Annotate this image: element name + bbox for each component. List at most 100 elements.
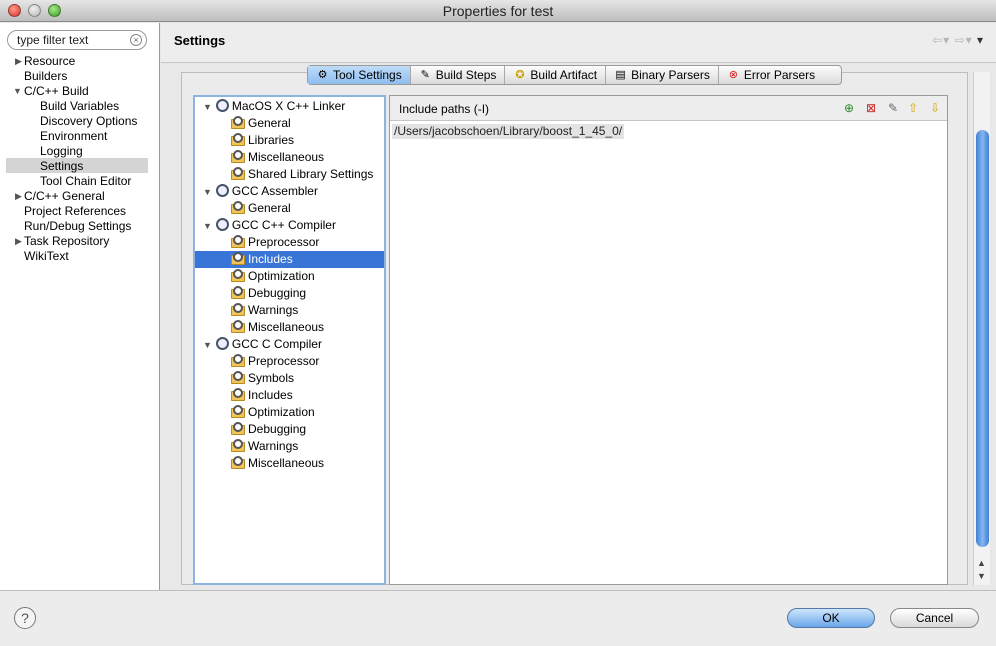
tree-item-label: Warnings <box>248 439 299 453</box>
filter-input[interactable]: type filter text × <box>7 30 147 50</box>
page-title: Settings <box>174 33 226 48</box>
tree-item-label: Miscellaneous <box>248 320 325 334</box>
tree-item-label: Symbols <box>248 371 295 385</box>
tree-item-linker-shared-library[interactable]: Shared Library Settings <box>231 166 373 183</box>
tree-item-gcc-assembler[interactable]: ▼ GCC Assembler <box>203 183 318 200</box>
tree-item-gcc-c-compiler[interactable]: ▼ GCC C Compiler <box>203 336 322 353</box>
clear-filter-icon[interactable]: × <box>130 34 142 46</box>
tab-label: Tool Settings <box>333 68 402 82</box>
sidebar-item-cpp-general[interactable]: C/C++ General <box>24 189 105 204</box>
tab-build-artifact[interactable]: ✪ Build Artifact <box>505 66 607 84</box>
ok-button[interactable]: OK <box>787 608 875 628</box>
add-path-icon[interactable]: ⊕ <box>841 100 857 116</box>
sidebar-item-resource[interactable]: Resource <box>24 54 75 69</box>
tree-item-c-warnings[interactable]: Warnings <box>231 438 298 455</box>
delete-path-icon[interactable]: ⊠ <box>863 100 879 116</box>
expand-arrow-icon[interactable]: ▶ <box>15 236 22 247</box>
window-title: Properties for test <box>442 3 554 19</box>
option-folder-icon <box>231 354 245 367</box>
tab-label: Build Steps <box>435 68 497 82</box>
include-paths-header: Include paths (-I) ⊕ ⊠ ✎ ⇧ ⇩ <box>390 96 947 121</box>
sidebar-item-run-debug-settings[interactable]: Run/Debug Settings <box>24 219 131 234</box>
edit-path-icon[interactable]: ✎ <box>885 100 901 116</box>
tree-item-cpp-includes[interactable]: Includes <box>195 251 384 268</box>
tree-item-c-includes[interactable]: Includes <box>231 387 293 404</box>
collapse-arrow-icon[interactable]: ▼ <box>203 340 212 350</box>
tool-tree: ▼ MacOS X C++ Linker General Libraries Mi… <box>193 95 386 585</box>
binary-parsers-icon: ▤ <box>615 68 626 81</box>
collapse-arrow-icon[interactable]: ▼ <box>203 221 212 231</box>
tree-item-c-preprocessor[interactable]: Preprocessor <box>231 353 319 370</box>
sidebar-item-logging[interactable]: Logging <box>40 144 83 159</box>
tab-error-parsers[interactable]: ⊗ Error Parsers <box>719 66 823 84</box>
tree-item-c-optimization[interactable]: Optimization <box>231 404 315 421</box>
option-folder-icon <box>231 286 245 299</box>
collapse-arrow-icon[interactable]: ▼ <box>203 187 212 197</box>
sidebar-item-cpp-build[interactable]: C/C++ Build <box>24 84 89 99</box>
tree-item-cpp-preprocessor[interactable]: Preprocessor <box>231 234 319 251</box>
sidebar-item-builders[interactable]: Builders <box>24 69 67 84</box>
collapse-arrow-icon[interactable]: ▼ <box>13 86 22 96</box>
tab-bar: ⚙ Tool Settings ✎ Build Steps ✪ Build Ar… <box>307 65 842 85</box>
tree-item-c-debugging[interactable]: Debugging <box>231 421 306 438</box>
include-path-row[interactable]: /Users/jacobschoen/Library/boost_1_45_0/ <box>392 124 625 139</box>
minimize-window-button[interactable] <box>28 4 41 17</box>
tree-item-macos-linker[interactable]: ▼ MacOS X C++ Linker <box>203 98 345 115</box>
tree-item-label: GCC C Compiler <box>231 337 322 351</box>
tree-item-label: Preprocessor <box>248 235 320 249</box>
close-window-button[interactable] <box>8 4 21 17</box>
sidebar-item-environment[interactable]: Environment <box>40 129 107 144</box>
expand-arrow-icon[interactable]: ▶ <box>15 56 22 67</box>
tab-tool-settings[interactable]: ⚙ Tool Settings <box>308 66 411 84</box>
tree-item-label: GCC C++ Compiler <box>231 218 336 232</box>
tree-item-linker-general[interactable]: General <box>231 115 291 132</box>
back-arrow-icon[interactable]: ⇦▾ <box>932 33 950 47</box>
sidebar-item-settings[interactable]: Settings <box>40 159 83 174</box>
option-folder-icon <box>231 167 245 180</box>
sidebar-item-tool-chain-editor[interactable]: Tool Chain Editor <box>40 174 131 189</box>
option-folder-icon <box>231 371 245 384</box>
tree-item-label: Miscellaneous <box>248 456 325 470</box>
move-down-icon[interactable]: ⇩ <box>927 100 943 116</box>
tree-item-gcc-cpp-compiler[interactable]: ▼ GCC C++ Compiler <box>203 217 336 234</box>
sidebar-item-build-variables[interactable]: Build Variables <box>40 99 119 114</box>
forward-arrow-icon[interactable]: ⇨▾ <box>955 33 973 47</box>
sidebar-item-project-references[interactable]: Project References <box>24 204 126 219</box>
tree-item-label: Debugging <box>248 286 307 300</box>
tab-label: Build Artifact <box>530 68 598 82</box>
scroll-down-icon[interactable]: ▼ <box>977 571 986 581</box>
zoom-window-button[interactable] <box>48 4 61 17</box>
help-button[interactable]: ? <box>14 607 36 629</box>
tree-item-label: MacOS X C++ Linker <box>231 99 346 113</box>
include-paths-title: Include paths (-I) <box>399 102 490 116</box>
option-folder-icon <box>231 235 245 248</box>
include-paths-panel: Include paths (-I) ⊕ ⊠ ✎ ⇧ ⇩ /Users/jaco… <box>389 95 948 585</box>
tree-item-linker-miscellaneous[interactable]: Miscellaneous <box>231 149 324 166</box>
scrollbar-thumb[interactable] <box>976 130 989 547</box>
tree-item-c-miscellaneous[interactable]: Miscellaneous <box>231 455 324 472</box>
sidebar-item-task-repository[interactable]: Task Repository <box>24 234 109 249</box>
vertical-scrollbar[interactable]: ▲ ▼ <box>973 72 990 585</box>
tab-binary-parsers[interactable]: ▤ Binary Parsers <box>606 66 719 84</box>
tree-item-assembler-general[interactable]: General <box>231 200 291 217</box>
sidebar-item-discovery-options[interactable]: Discovery Options <box>40 114 137 129</box>
tree-item-c-symbols[interactable]: Symbols <box>231 370 294 387</box>
tab-label: Binary Parsers <box>631 68 710 82</box>
cancel-button[interactable]: Cancel <box>890 608 979 628</box>
tree-item-cpp-warnings[interactable]: Warnings <box>231 302 298 319</box>
tree-item-linker-libraries[interactable]: Libraries <box>231 132 294 149</box>
option-folder-icon <box>231 252 245 265</box>
collapse-arrow-icon[interactable]: ▼ <box>203 102 212 112</box>
view-menu-icon[interactable]: ▾ <box>977 33 984 47</box>
option-folder-icon <box>231 116 245 129</box>
expand-arrow-icon[interactable]: ▶ <box>15 191 22 202</box>
tree-item-cpp-optimization[interactable]: Optimization <box>231 268 315 285</box>
move-up-icon[interactable]: ⇧ <box>905 100 921 116</box>
tool-gear-icon <box>215 184 229 197</box>
scroll-up-icon[interactable]: ▲ <box>977 558 986 568</box>
tree-item-cpp-debugging[interactable]: Debugging <box>231 285 306 302</box>
tree-item-cpp-miscellaneous[interactable]: Miscellaneous <box>231 319 324 336</box>
tab-build-steps[interactable]: ✎ Build Steps <box>411 66 506 84</box>
sidebar-item-wikitext[interactable]: WikiText <box>24 249 69 264</box>
option-folder-icon <box>231 388 245 401</box>
